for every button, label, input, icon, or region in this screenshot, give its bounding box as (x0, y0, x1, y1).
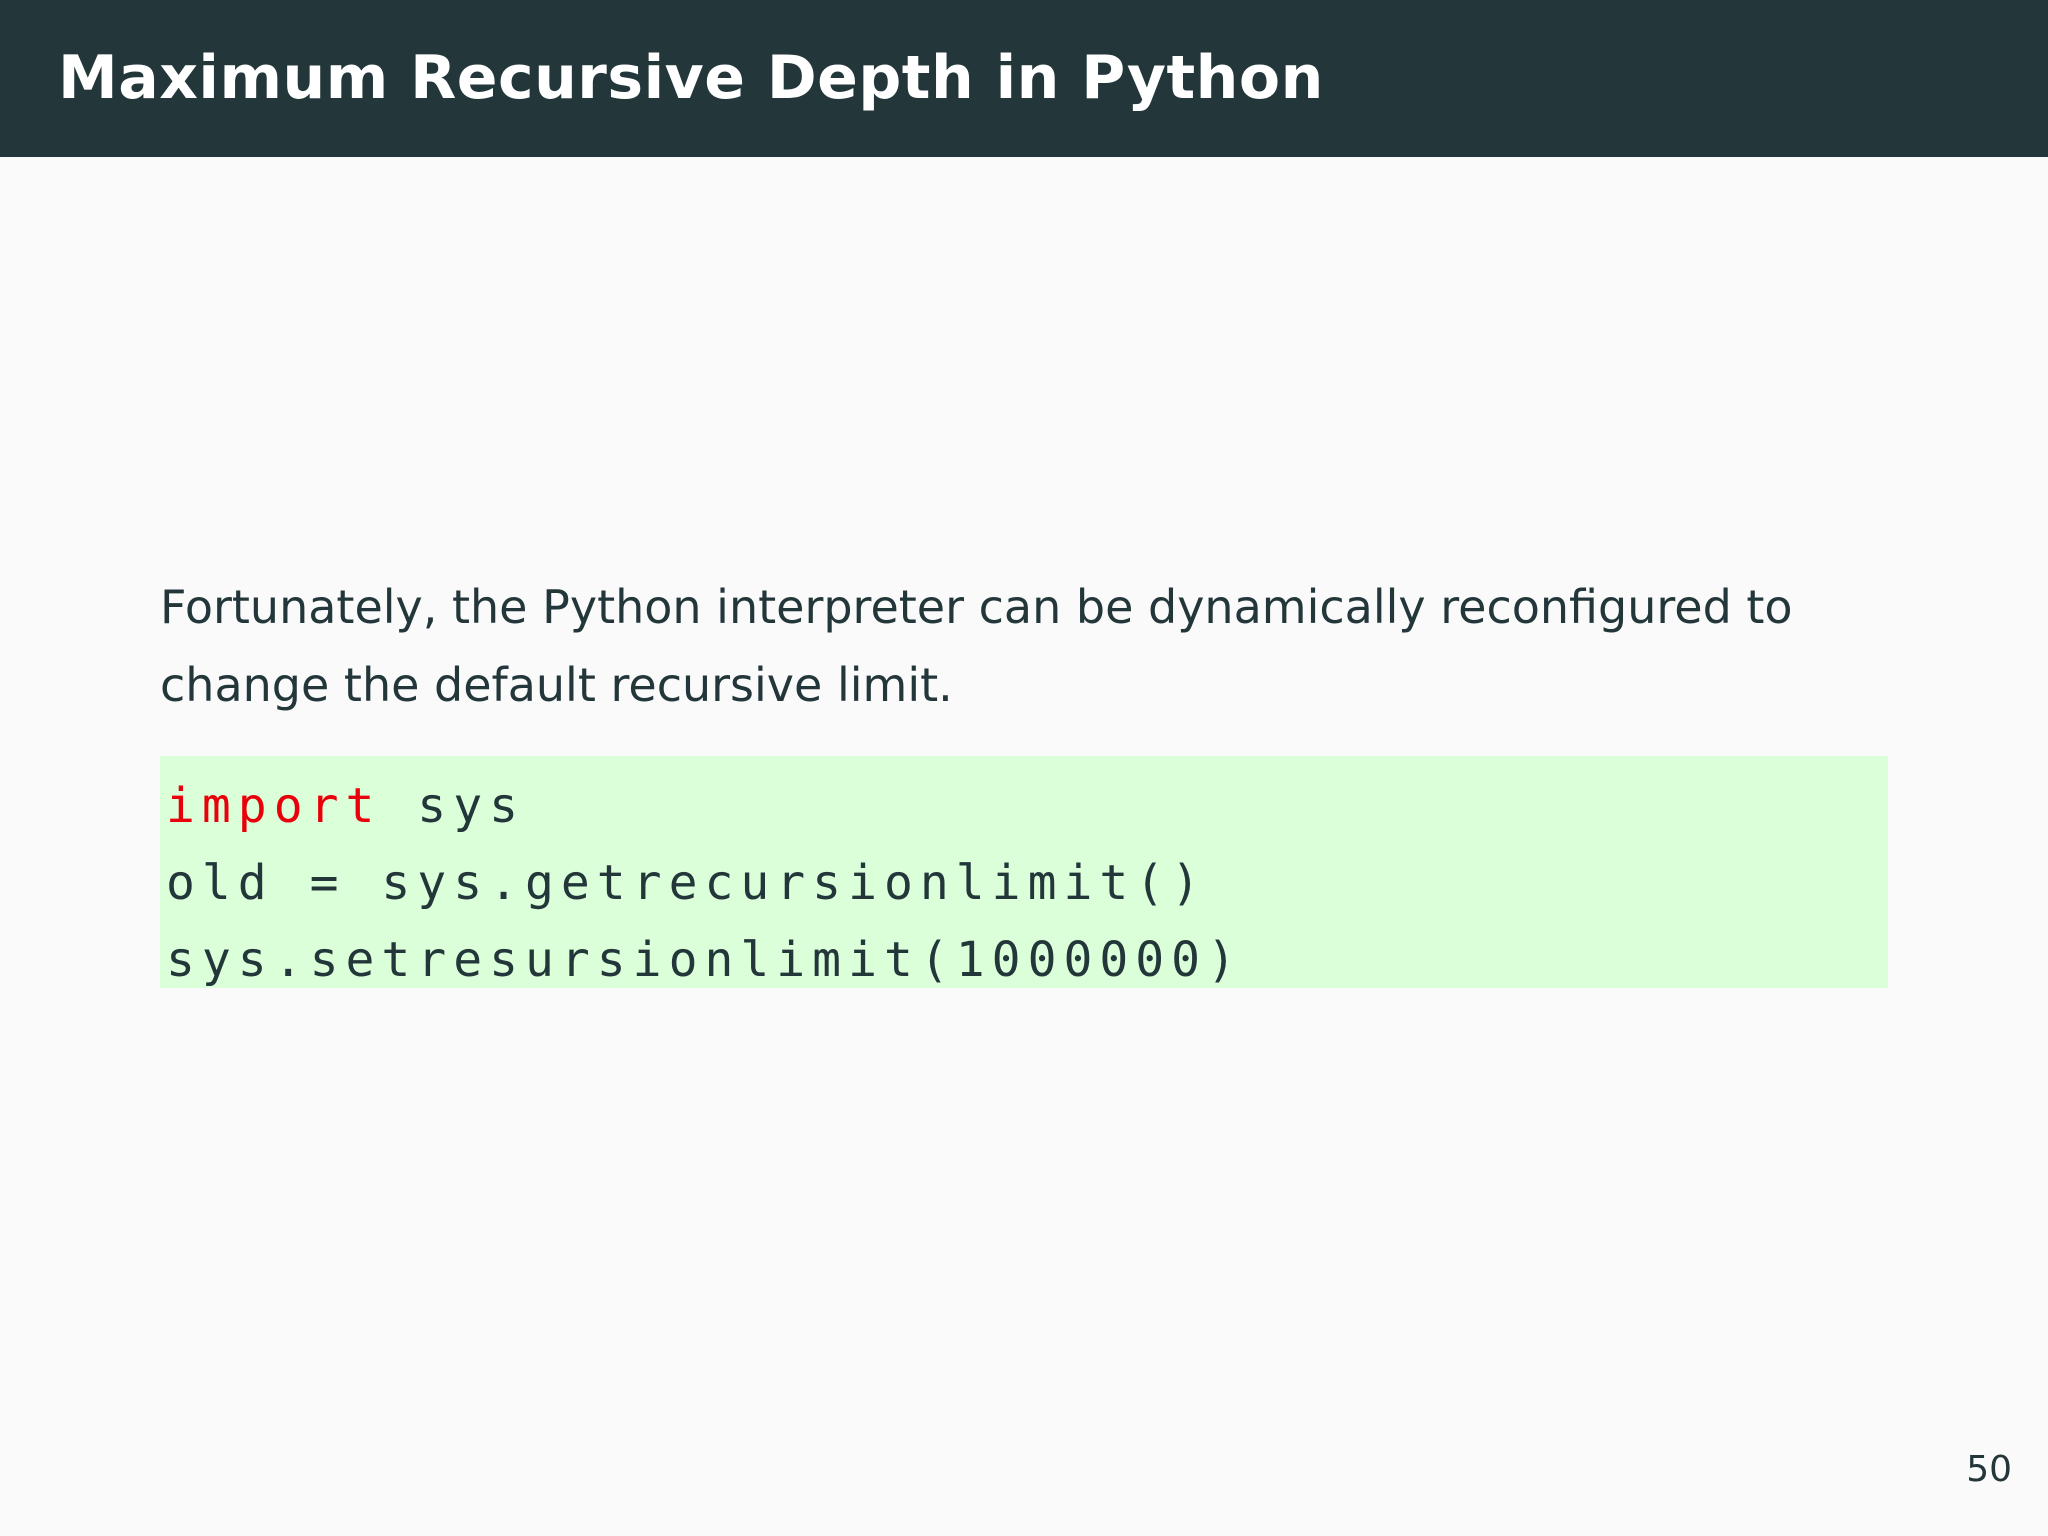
code-line-1: import sys (166, 768, 1888, 845)
code-keyword-import: import (166, 778, 382, 834)
code-block: import sys old = sys.getrecursionlimit()… (160, 756, 1888, 988)
code-line-3: sys.setresursionlimit(1000000) (166, 932, 1243, 988)
code-line-2: old = sys.getrecursionlimit() (166, 855, 1208, 911)
slide-title-bar: Maximum Recursive Depth in Python (0, 0, 2048, 157)
page-number: 50 (1966, 1449, 2012, 1490)
body-paragraph: Fortunately, the Python interpreter can … (160, 580, 1793, 712)
code-line-1-rest: sys (381, 778, 525, 834)
slide-title: Maximum Recursive Depth in Python (58, 43, 1324, 113)
